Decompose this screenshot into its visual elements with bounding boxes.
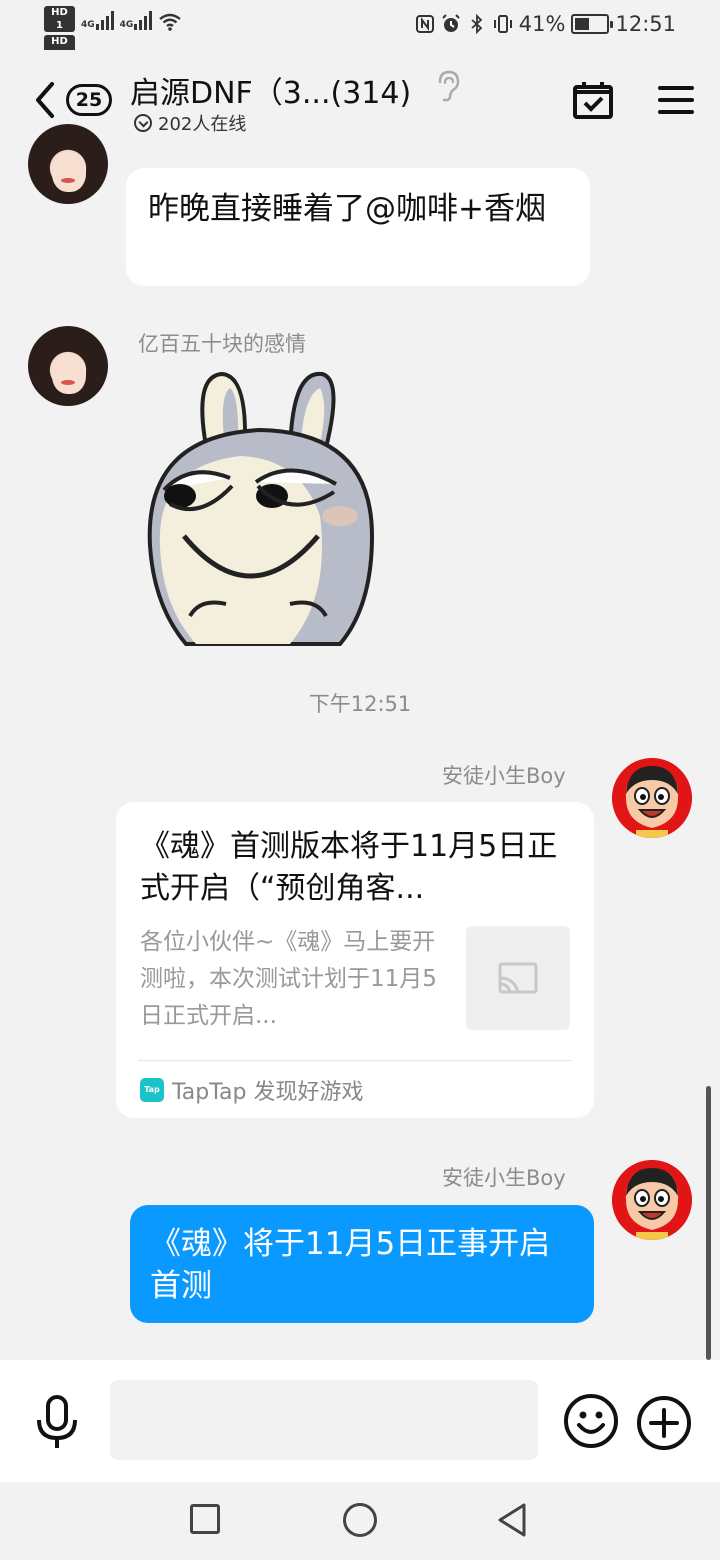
back-icon[interactable]: [30, 80, 60, 120]
chevron-down-icon: [134, 114, 152, 132]
card-description: 各位小伙伴~《魂》马上要开测啦，本次测试计划于11月5日正式开启...: [140, 929, 437, 1029]
sender-name[interactable]: 安徒小生Boy: [442, 760, 566, 790]
image-placeholder-icon: [498, 962, 538, 994]
sender-name[interactable]: 安徒小生Boy: [442, 1162, 566, 1192]
battery-icon: [571, 14, 614, 34]
message-bubble[interactable]: 昨晚直接睡着了@咖啡+香烟: [126, 168, 590, 286]
wifi-icon: [159, 13, 182, 31]
net1-label: 4G: [81, 20, 95, 30]
online-label: 202人在线: [158, 114, 247, 135]
rabbit-sticker[interactable]: [140, 366, 380, 646]
status-bar: HD 1 HD 2 4G 4G 41% 12:51: [0, 0, 720, 61]
taptap-logo-icon: Tap: [140, 1078, 164, 1102]
avatar[interactable]: [28, 124, 108, 204]
message-input[interactable]: [110, 1380, 538, 1460]
group-title[interactable]: 启源DNF（3...(314): [130, 68, 411, 112]
system-nav-bar: [0, 1482, 720, 1560]
signal1-icon: 4G: [81, 10, 114, 30]
clock: 12:51: [615, 12, 676, 36]
home-icon[interactable]: [343, 1503, 377, 1537]
scrollbar[interactable]: [706, 1086, 711, 1360]
recent-apps-icon[interactable]: [190, 1504, 220, 1534]
unread-badge[interactable]: 25: [66, 84, 112, 116]
source-label: TapTap 发现好游戏: [172, 1080, 364, 1105]
ear-icon[interactable]: [435, 70, 461, 102]
message-text: 昨晚直接睡着了@咖啡+香烟: [148, 191, 546, 227]
bluetooth-icon: [471, 14, 483, 34]
message-text: 《魂》将于11月5日正事开启首测: [150, 1226, 551, 1304]
emoji-icon[interactable]: [563, 1393, 619, 1449]
timestamp: 下午12:51: [308, 692, 412, 716]
hd1-indicator: HD 1: [44, 6, 75, 32]
link-card[interactable]: 《魂》首测版本将于11月5日正式开启（“预创角客... 各位小伙伴~《魂》马上要…: [116, 802, 594, 1118]
battery-percent: 41%: [518, 12, 566, 36]
own-message-bubble[interactable]: 《魂》将于11月5日正事开启首测: [130, 1205, 594, 1323]
sender-name[interactable]: 亿百五十块的感情: [138, 328, 306, 358]
avatar[interactable]: [612, 1160, 692, 1240]
input-bar: [0, 1360, 720, 1482]
status-right: 41% 12:51: [415, 12, 676, 36]
card-thumbnail: [466, 926, 570, 1030]
chat-header: 25 启源DNF（3...(314) 202人在线: [0, 50, 720, 146]
online-count[interactable]: 202人在线: [134, 110, 246, 136]
nfc-icon: [415, 15, 434, 33]
microphone-icon[interactable]: [34, 1394, 80, 1450]
vibrate-icon: [493, 15, 512, 33]
nav-back-icon[interactable]: [496, 1502, 528, 1538]
divider: [138, 1060, 572, 1061]
avatar[interactable]: [612, 758, 692, 838]
avatar[interactable]: [28, 326, 108, 406]
alarm-icon: [442, 14, 460, 32]
signal2-icon: 4G: [120, 10, 153, 30]
calendar-check-icon[interactable]: [572, 80, 614, 120]
plus-icon[interactable]: [636, 1395, 692, 1451]
menu-icon[interactable]: [658, 84, 694, 116]
card-source: Tap TapTap 发现好游戏: [140, 1074, 363, 1106]
card-title: 《魂》首测版本将于11月5日正式开启（“预创角客...: [140, 829, 558, 906]
net2-label: 4G: [119, 20, 134, 30]
